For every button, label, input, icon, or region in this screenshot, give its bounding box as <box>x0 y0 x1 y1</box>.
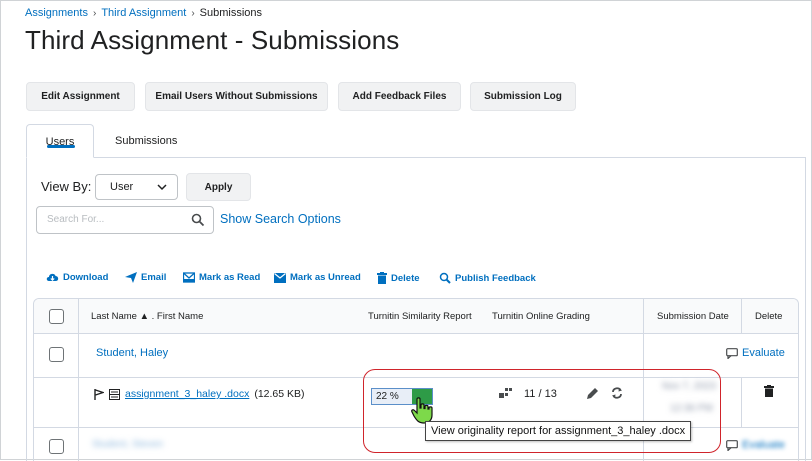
evaluate-link[interactable]: Evaluate <box>726 439 785 451</box>
mark-as-unread-action[interactable]: Mark as Unread <box>274 272 361 283</box>
delete-label: Delete <box>391 272 420 284</box>
breadcrumb: Assignments › Third Assignment › Submiss… <box>25 7 262 19</box>
evaluate-link[interactable]: Evaluate <box>726 347 785 359</box>
column-divider <box>741 299 742 334</box>
edit-assignment-button[interactable]: Edit Assignment <box>26 82 135 111</box>
user-link[interactable]: Student, Haley <box>96 347 168 359</box>
mark-as-unread-label: Mark as Unread <box>290 272 361 283</box>
download-label: Download <box>63 272 109 283</box>
chevron-down-icon <box>157 184 167 191</box>
download-action[interactable]: Download <box>46 272 108 283</box>
active-tab-indicator <box>47 145 75 148</box>
delete-action[interactable]: Delete <box>377 272 420 284</box>
file-link[interactable]: assignment_3_haley .docx <box>125 388 249 400</box>
download-icon <box>46 273 59 282</box>
mark-as-read-action[interactable]: Mark as Read <box>183 272 260 283</box>
chevron-right-icon: › <box>92 7 97 19</box>
breadcrumb-assignments[interactable]: Assignments <box>25 7 88 19</box>
chevron-right-icon: › <box>191 7 195 19</box>
search-icon[interactable] <box>191 213 205 227</box>
panel-border <box>805 157 806 461</box>
row-checkbox[interactable] <box>49 347 64 362</box>
mail-icon <box>274 272 286 283</box>
trash-icon[interactable] <box>764 385 774 397</box>
tab-users[interactable]: Users <box>26 124 94 158</box>
row-checkbox[interactable] <box>49 439 64 454</box>
file-size: (12.65 KB) <box>254 388 305 400</box>
submission-log-button[interactable]: Submission Log <box>470 82 576 111</box>
user-link[interactable]: Student, Steven <box>92 439 163 450</box>
view-by-select[interactable]: User <box>95 174 178 200</box>
search-input[interactable]: Search For... <box>36 206 214 234</box>
breadcrumb-third-assignment[interactable]: Third Assignment <box>101 7 186 19</box>
file-entry: assignment_3_haley .docx (12.65 KB) <box>94 388 305 400</box>
comment-icon <box>726 439 738 451</box>
apply-button[interactable]: Apply <box>186 173 251 201</box>
add-feedback-files-button[interactable]: Add Feedback Files <box>338 82 461 111</box>
page-title: Third Assignment - Submissions <box>25 25 400 55</box>
delete-header: Delete <box>755 311 783 322</box>
mark-as-read-label: Mark as Read <box>199 272 261 283</box>
flag-icon[interactable] <box>94 388 104 400</box>
tabs-divider <box>26 157 806 158</box>
document-icon <box>109 388 120 400</box>
email-action[interactable]: Email <box>125 272 166 283</box>
publish-feedback-label: Publish Feedback <box>455 272 536 284</box>
breadcrumb-current: Submissions <box>199 7 263 19</box>
mail-open-icon <box>183 272 195 283</box>
panel-border <box>26 157 27 461</box>
sort-last-name-header[interactable]: Last Name ▲ . First Name <box>91 311 203 322</box>
similarity-header: Turnitin Similarity Report <box>368 311 472 322</box>
send-icon <box>125 272 137 283</box>
tab-submissions[interactable]: Submissions <box>115 135 177 147</box>
column-divider <box>78 299 79 461</box>
publish-feedback-action[interactable]: Publish Feedback <box>439 272 536 284</box>
show-search-options-link[interactable]: Show Search Options <box>220 212 341 226</box>
select-all-checkbox[interactable] <box>49 309 64 324</box>
view-by-label: View By: <box>41 179 92 194</box>
email-users-button[interactable]: Email Users Without Submissions <box>145 82 328 111</box>
online-grading-header: Turnitin Online Grading <box>492 311 590 322</box>
originality-tooltip: View originality report for assignment_3… <box>425 421 692 441</box>
table-header: Last Name ▲ . First Name Turnitin Simila… <box>34 299 798 334</box>
column-divider <box>741 377 742 427</box>
email-label: Email <box>141 272 167 283</box>
search-placeholder: Search For... <box>47 214 105 225</box>
trash-icon <box>377 272 387 284</box>
submission-date-header: Submission Date <box>657 311 729 322</box>
sort-up-icon: ▲ <box>139 311 149 322</box>
publish-icon <box>439 272 451 284</box>
comment-icon <box>726 347 738 359</box>
view-by-value: User <box>110 181 134 193</box>
